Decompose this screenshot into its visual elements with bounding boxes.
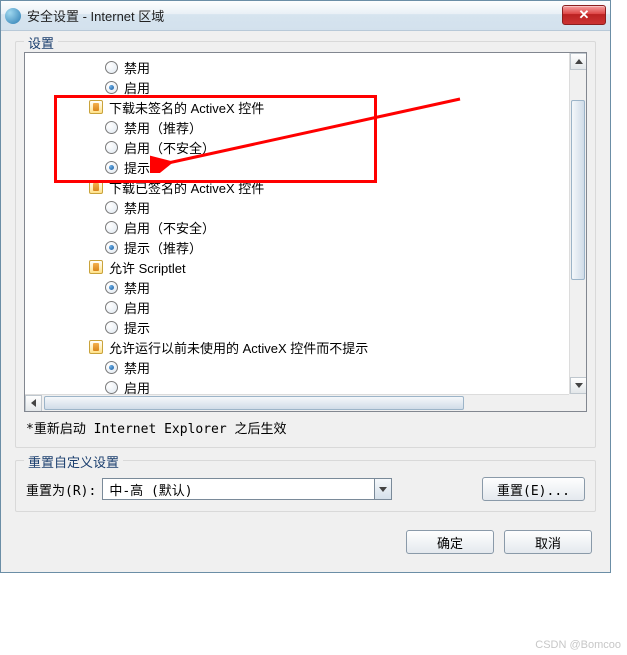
tree-option-enable[interactable]: 启用: [25, 77, 569, 97]
option-label: 启用: [124, 298, 150, 317]
tree-option-scriptlet-prompt[interactable]: 提示: [25, 317, 569, 337]
scroll-down-button[interactable]: [570, 377, 587, 394]
tree-section-run-unused: 允许运行以前未使用的 ActiveX 控件而不提示: [25, 337, 569, 357]
close-icon: ✕: [579, 7, 590, 23]
option-label: 启用: [124, 78, 150, 97]
reset-level-combo[interactable]: 中-高 (默认): [102, 478, 392, 500]
scroll-track-v[interactable]: [570, 70, 586, 377]
dialog-body: 设置 禁用 启用 下载未签名的 ActiveX 控件 禁用（推荐） 启用（不安全…: [1, 31, 610, 572]
chevron-left-icon: [31, 399, 36, 407]
scroll-left-button[interactable]: [25, 395, 42, 412]
reset-group: 重置自定义设置 重置为(R): 中-高 (默认) 重置(E)...: [15, 460, 596, 512]
vertical-scrollbar[interactable]: [569, 53, 586, 394]
scroll-thumb-h[interactable]: [44, 396, 464, 410]
globe-icon: [5, 8, 21, 24]
chevron-up-icon: [575, 59, 583, 64]
settings-group: 设置 禁用 启用 下载未签名的 ActiveX 控件 禁用（推荐） 启用（不安全…: [15, 41, 596, 448]
option-label: 提示: [124, 158, 150, 177]
scroll-track-h[interactable]: [42, 395, 569, 411]
reset-button[interactable]: 重置(E)...: [482, 477, 585, 501]
section-title: 下载已签名的 ActiveX 控件: [109, 178, 264, 197]
tree-section-signed-activex: 下载已签名的 ActiveX 控件: [25, 177, 569, 197]
tree-option-unsigned-prompt[interactable]: 提示: [25, 157, 569, 177]
combo-dropdown-button[interactable]: [374, 478, 392, 500]
settings-tree: 禁用 启用 下载未签名的 ActiveX 控件 禁用（推荐） 启用（不安全） 提…: [25, 53, 569, 394]
scroll-up-button[interactable]: [570, 53, 587, 70]
window-title: 安全设置 - Internet 区域: [27, 6, 562, 25]
activex-icon: [89, 180, 103, 194]
tree-option-signed-enable[interactable]: 启用（不安全）: [25, 217, 569, 237]
option-label: 禁用（推荐）: [124, 118, 202, 137]
combo-value: 中-高 (默认): [102, 478, 374, 500]
tree-option-signed-prompt[interactable]: 提示（推荐）: [25, 237, 569, 257]
tree-option-unsigned-enable[interactable]: 启用（不安全）: [25, 137, 569, 157]
option-label: 禁用: [124, 58, 150, 77]
option-label: 禁用: [124, 198, 150, 217]
option-label: 禁用: [124, 278, 150, 297]
activex-icon: [89, 260, 103, 274]
tree-option-scriptlet-enable[interactable]: 启用: [25, 297, 569, 317]
reset-to-label: 重置为(R):: [26, 480, 96, 499]
watermark: CSDN @Bomcoo: [535, 639, 621, 651]
tree-option-signed-disable[interactable]: 禁用: [25, 197, 569, 217]
ok-button[interactable]: 确定: [406, 530, 494, 554]
tree-option-rununused-enable[interactable]: 启用: [25, 377, 569, 394]
option-label: 启用（不安全）: [124, 218, 215, 237]
chevron-down-icon: [379, 487, 387, 492]
option-label: 禁用: [124, 358, 150, 377]
settings-listbox: 禁用 启用 下载未签名的 ActiveX 控件 禁用（推荐） 启用（不安全） 提…: [24, 52, 587, 412]
settings-group-label: 设置: [24, 33, 58, 52]
option-label: 提示（推荐）: [124, 238, 202, 257]
chevron-down-icon: [575, 383, 583, 388]
option-label: 提示: [124, 318, 150, 337]
tree-option-rununused-disable[interactable]: 禁用: [25, 357, 569, 377]
scroll-corner: [569, 394, 586, 411]
section-title: 允许运行以前未使用的 ActiveX 控件而不提示: [109, 338, 368, 357]
tree-option-disable[interactable]: 禁用: [25, 57, 569, 77]
cancel-button[interactable]: 取消: [504, 530, 592, 554]
security-settings-dialog: 安全设置 - Internet 区域 ✕ 设置 禁用 启用 下载未签名的 Act…: [0, 0, 611, 573]
option-label: 启用（不安全）: [124, 138, 215, 157]
scroll-thumb-v[interactable]: [571, 100, 585, 280]
activex-icon: [89, 100, 103, 114]
title-bar: 安全设置 - Internet 区域 ✕: [1, 1, 610, 31]
close-button[interactable]: ✕: [562, 5, 606, 25]
tree-section-unsigned-activex: 下载未签名的 ActiveX 控件: [25, 97, 569, 117]
dialog-footer: 确定 取消: [15, 524, 596, 558]
tree-section-scriptlet: 允许 Scriptlet: [25, 257, 569, 277]
section-title: 允许 Scriptlet: [109, 258, 186, 277]
tree-option-unsigned-disable[interactable]: 禁用（推荐）: [25, 117, 569, 137]
activex-icon: [89, 340, 103, 354]
section-title: 下载未签名的 ActiveX 控件: [109, 98, 264, 117]
horizontal-scrollbar[interactable]: [25, 394, 586, 411]
option-label: 启用: [124, 378, 150, 395]
tree-option-scriptlet-disable[interactable]: 禁用: [25, 277, 569, 297]
restart-note: *重新启动 Internet Explorer 之后生效: [24, 412, 587, 439]
reset-group-label: 重置自定义设置: [24, 452, 123, 471]
